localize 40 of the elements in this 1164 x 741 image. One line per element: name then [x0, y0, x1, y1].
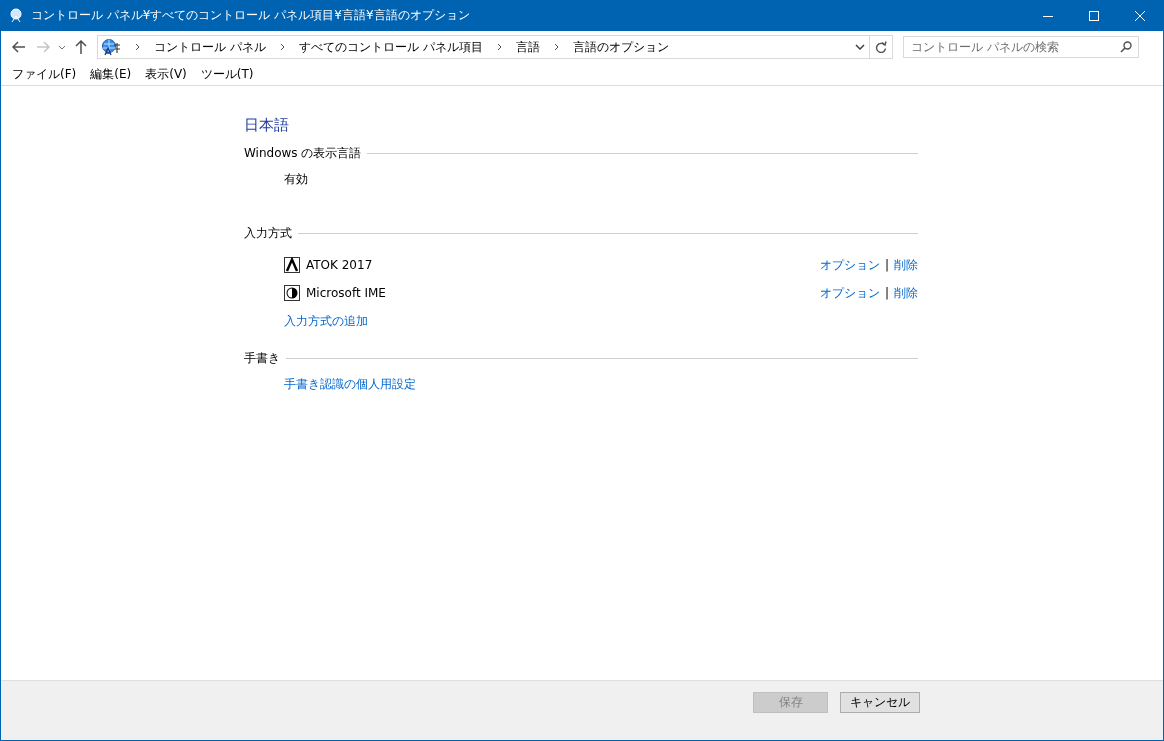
- chevron-down-icon: [855, 44, 865, 50]
- refresh-icon: [875, 40, 887, 54]
- menu-item[interactable]: 表示(V): [138, 65, 194, 83]
- section-heading: 入力方式: [244, 225, 918, 241]
- link-separator: |: [884, 286, 889, 300]
- breadcrumb-item[interactable]: コントロール パネル: [150, 38, 270, 56]
- letter-a-logo-icon: [284, 257, 300, 273]
- search-icon: [1120, 41, 1132, 53]
- breadcrumb-item[interactable]: 言語のオプション: [568, 38, 673, 56]
- cancel-button[interactable]: キャンセル: [840, 692, 920, 713]
- menu-item[interactable]: 編集(E): [83, 65, 139, 83]
- remove-link[interactable]: 削除: [894, 284, 918, 302]
- options-link[interactable]: オプション: [819, 256, 880, 274]
- address-bar[interactable]: コントロール パネル すべてのコントロール パネル項目 言語 言語のオプション: [97, 35, 893, 59]
- input-method-name: Microsoft IME: [306, 286, 387, 300]
- menu-item[interactable]: ファイル(F): [5, 65, 84, 83]
- breadcrumb-item[interactable]: すべてのコントロール パネル項目: [294, 38, 487, 56]
- section-heading: Windows の表示言語: [244, 145, 918, 161]
- settings-link[interactable]: 手書き認識の個人用設定: [284, 376, 416, 393]
- status-text: 有効: [284, 171, 309, 187]
- half-circle-logo-icon: [284, 285, 300, 301]
- add-input-method-link[interactable]: 入力方式の追加: [284, 313, 368, 330]
- app-globe-icon: [9, 7, 23, 24]
- maximize-icon: [1089, 10, 1099, 21]
- language-title: 日本語: [244, 116, 290, 135]
- search-field[interactable]: コントロール パネルの検索: [903, 36, 1139, 58]
- arrow-right-icon: [36, 41, 50, 53]
- chevron-down-icon: [58, 44, 66, 50]
- remove-link[interactable]: 削除: [894, 256, 918, 274]
- menu-item[interactable]: ツール(T): [193, 65, 261, 83]
- window-title: コントロール パネル¥すべてのコントロール パネル項目¥言語¥言語のオプション: [31, 7, 471, 24]
- arrow-left-icon: [12, 41, 26, 53]
- language-globe-icon: [101, 38, 121, 56]
- section-heading: 手書き: [244, 350, 918, 366]
- close-icon: [1135, 10, 1145, 21]
- input-method-name: ATOK 2017: [306, 258, 374, 272]
- breadcrumb-item[interactable]: 言語: [511, 38, 544, 56]
- link-separator: |: [884, 258, 889, 272]
- options-link[interactable]: オプション: [819, 284, 880, 302]
- arrow-up-icon: [75, 40, 87, 54]
